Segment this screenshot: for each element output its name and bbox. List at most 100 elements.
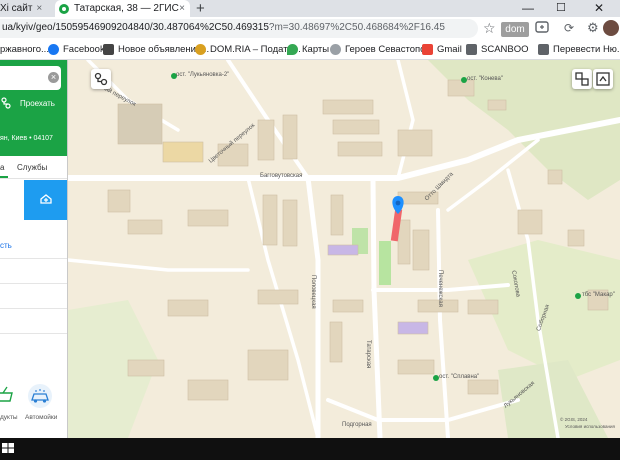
- building: [162, 141, 204, 163]
- category-products-label: дукты: [0, 414, 18, 421]
- house-add-icon: [40, 194, 52, 204]
- car-wash-icon[interactable]: [23, 383, 57, 409]
- 2gis-favicon-icon: [59, 3, 69, 14]
- building: [257, 119, 275, 161]
- building: [187, 379, 229, 401]
- tab-services[interactable]: Службы: [17, 163, 47, 172]
- building: [322, 99, 374, 115]
- browser-tab-2-active[interactable]: Татарская, 38 — 2ГИС ×: [55, 0, 190, 17]
- map-route-button[interactable]: [91, 69, 111, 89]
- gmail-icon: [422, 44, 433, 55]
- stop-label[interactable]: ост. "Лукьяновка-2": [176, 72, 229, 78]
- reload-extension-icon[interactable]: ⟳: [564, 21, 574, 35]
- tab-title: Татарская, 38 — 2ГИС: [74, 3, 179, 14]
- building: [257, 289, 299, 305]
- street-label: Подгорная: [342, 422, 372, 428]
- building: [329, 321, 343, 363]
- building-highlight: [327, 244, 359, 256]
- road-podgornaya: [326, 398, 520, 422]
- street-label: Багговутовская: [260, 173, 303, 179]
- bookmark-translate[interactable]: Перевести Ню...: [538, 41, 620, 58]
- map-terms-link[interactable]: Условия использования: [565, 424, 615, 429]
- map-graphics: [68, 60, 620, 438]
- map-canvas[interactable]: ост. "Лукьяновка-2" ост. "Конева" ост. "…: [68, 60, 620, 438]
- building: [127, 219, 163, 235]
- category-carwash-label: Автомойки: [25, 414, 58, 421]
- building-highlight: [397, 321, 429, 335]
- bookmark-item[interactable]: ржавного...: [0, 41, 49, 58]
- road-pechenegskaya: [436, 208, 450, 438]
- profile-avatar[interactable]: [603, 20, 619, 36]
- route-icon[interactable]: [1, 97, 11, 109]
- bookmark-site-icon: [466, 44, 477, 55]
- basket-icon[interactable]: [0, 385, 16, 407]
- bookmark-heroes[interactable]: Героев Севастопо...: [330, 41, 433, 58]
- dom-extension-button[interactable]: dom: [501, 22, 529, 37]
- divider: [0, 283, 67, 284]
- window-minimize-button[interactable]: —: [522, 0, 534, 17]
- bookmark-site-icon: [103, 44, 114, 55]
- sports-field: [379, 241, 391, 285]
- active-tab-underline: [0, 176, 8, 178]
- bookmark-gmail[interactable]: Gmail: [422, 41, 462, 58]
- bookmark-domria[interactable]: DOM.RIA – Подати...: [195, 41, 301, 58]
- browser-tab-1[interactable]: Xi сайт ×: [0, 0, 55, 17]
- new-tab-button[interactable]: +: [196, 0, 205, 17]
- tab-overview[interactable]: а: [0, 163, 4, 172]
- building: [467, 379, 499, 395]
- building: [397, 359, 435, 375]
- tab-close-icon[interactable]: ×: [179, 3, 185, 14]
- window-maximize-button[interactable]: ☐: [556, 0, 566, 17]
- divider: [0, 258, 67, 259]
- marker-dot: [395, 200, 401, 206]
- street-label: Татарская: [365, 340, 371, 369]
- stop-label[interactable]: ост. "Сплавна": [439, 374, 479, 380]
- road-north: [396, 60, 415, 180]
- map-fullscreen-icon[interactable]: [593, 69, 613, 89]
- street-label: Половецкая: [310, 275, 316, 309]
- building: [447, 79, 475, 97]
- extension-icon[interactable]: [535, 20, 549, 34]
- building: [107, 189, 131, 213]
- bookmark-facebook[interactable]: Facebook: [48, 41, 105, 58]
- tab-close-icon[interactable]: ×: [36, 3, 42, 14]
- translate-icon: [538, 44, 549, 55]
- address-url[interactable]: ua/kyiv/geo/15059546909204840/30.487064%…: [2, 22, 445, 33]
- map-layers-icon[interactable]: [572, 69, 592, 89]
- puzzle-extensions-icon[interactable]: ⚙: [587, 20, 599, 36]
- building: [567, 229, 585, 247]
- building: [282, 114, 298, 160]
- bookmark-maps[interactable]: Карты: [287, 41, 329, 58]
- stop-label[interactable]: ост. "Конева": [467, 76, 503, 82]
- tab-title: Xi сайт: [0, 3, 33, 14]
- facebook-icon: [48, 44, 59, 55]
- bookmark-star-icon[interactable]: ☆: [483, 20, 496, 37]
- stop-marker-icon: [575, 293, 581, 299]
- windows-start-icon[interactable]: [2, 443, 14, 453]
- bookmark-scanboo[interactable]: SCANBOO: [466, 41, 529, 58]
- os-taskbar: [0, 438, 620, 460]
- building: [282, 199, 298, 247]
- road-tatarskaya: [370, 175, 383, 438]
- url-query: ?m=30.48697%2C50.468684%2F16.45: [268, 22, 445, 33]
- clear-search-icon[interactable]: ×: [48, 72, 59, 83]
- road-west: [68, 258, 250, 272]
- globe-icon: [330, 44, 341, 55]
- building: [517, 209, 543, 235]
- stop-label[interactable]: тбс "Макар": [582, 292, 615, 298]
- domria-icon: [195, 44, 206, 55]
- building: [330, 194, 344, 236]
- divider: [0, 333, 67, 334]
- bookmark-new-ad[interactable]: Новое объявление...: [103, 41, 209, 58]
- building: [262, 194, 278, 246]
- building: [412, 229, 430, 271]
- show-more-link[interactable]: сть: [0, 241, 12, 250]
- building: [247, 349, 289, 381]
- window-close-button[interactable]: ✕: [594, 0, 604, 17]
- building: [337, 141, 383, 157]
- building: [547, 169, 563, 185]
- building: [397, 129, 433, 157]
- route-button[interactable]: Проехать: [20, 99, 55, 108]
- building: [187, 209, 229, 227]
- building: [117, 103, 163, 145]
